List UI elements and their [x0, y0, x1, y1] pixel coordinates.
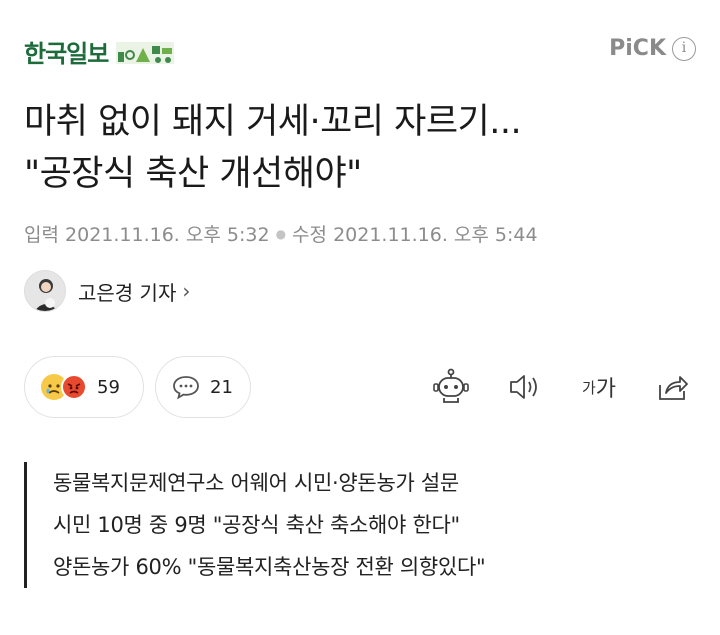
press-brand[interactable]: 한국일보 — [24, 34, 175, 69]
angry-face-icon — [61, 374, 87, 400]
share-icon — [659, 376, 688, 400]
pick-label: PiCK — [609, 36, 666, 61]
summary-bot-button[interactable] — [428, 364, 474, 410]
article-toolbar: 59 21 가가 — [24, 356, 696, 418]
title-line-2: "공장식 축산 개선해야" — [24, 154, 362, 194]
reporter-link[interactable]: 고은경 기자 › — [24, 270, 190, 312]
published-date: 2021.11.16. 오후 5:32 — [65, 224, 270, 246]
article-dates: 입력 2021.11.16. 오후 5:32 ● 수정 2021.11.16. … — [24, 220, 538, 247]
reaction-button[interactable]: 59 — [24, 356, 144, 418]
article-title: 마취 없이 돼지 거세·꼬리 자르기... "공장식 축산 개선해야" — [24, 96, 704, 200]
press-logo-icon — [116, 41, 175, 64]
separator-dot: ● — [275, 226, 287, 241]
comment-button[interactable]: 21 — [155, 356, 251, 418]
press-name: 한국일보 — [24, 40, 109, 68]
share-button[interactable] — [650, 364, 696, 410]
modified-label: 수정 — [292, 224, 328, 246]
published-label: 입력 — [24, 224, 59, 246]
speaker-icon — [510, 375, 537, 399]
summary-line-1: 동물복지문제연구소 어웨어 시민·양돈농가 설문 — [53, 471, 459, 495]
chevron-right-icon: › — [182, 279, 191, 303]
comment-icon — [173, 376, 199, 400]
summary-line-3: 양돈농가 60% "동물복지축산농장 전환 의향있다" — [53, 555, 486, 579]
right-tools: 가가 — [400, 364, 696, 410]
font-size-large-label: 가 — [595, 377, 617, 402]
modified-date: 2021.11.16. 오후 5:44 — [333, 224, 538, 246]
reporter-avatar-image — [25, 271, 65, 311]
title-line-1: 마취 없이 돼지 거세·꼬리 자르기... — [24, 102, 522, 142]
reporter-name: 고은경 기자 — [78, 280, 177, 305]
font-size-button[interactable]: 가가 — [576, 364, 622, 410]
reporter-avatar — [24, 270, 66, 312]
font-size-small-label: 가 — [581, 378, 596, 397]
article-summary: 동물복지문제연구소 어웨어 시민·양돈농가 설문 시민 10명 중 9명 "공장… — [24, 462, 486, 588]
article-header: 한국일보 PiCK i — [24, 30, 696, 70]
reaction-count: 59 — [97, 376, 120, 398]
comment-count: 21 — [210, 376, 233, 398]
pick-badge[interactable]: PiCK i — [609, 36, 696, 61]
robot-icon — [433, 368, 469, 403]
summary-line-2: 시민 10명 중 9명 "공장식 축산 축소해야 한다" — [53, 513, 460, 537]
info-icon[interactable]: i — [672, 36, 696, 61]
text-to-speech-button[interactable] — [502, 364, 548, 410]
